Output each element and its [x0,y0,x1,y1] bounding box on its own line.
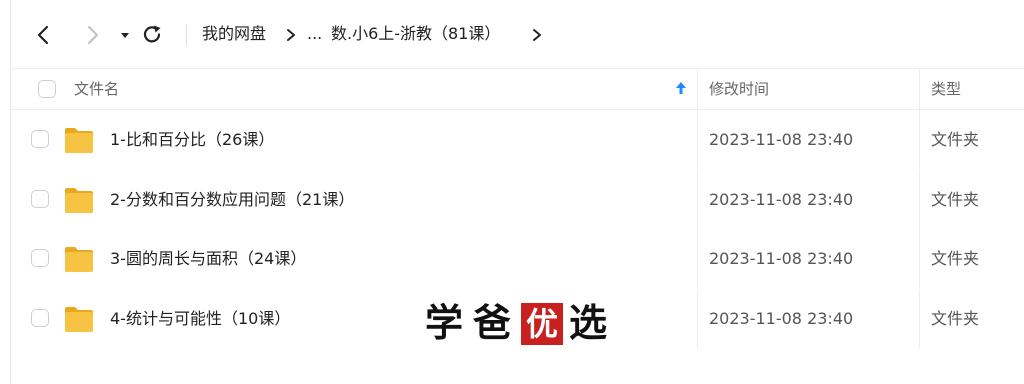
forward-button[interactable] [79,22,105,48]
chevron-left-icon [37,25,49,45]
file-row[interactable]: 4-统计与可能性（10课） 2023-11-08 23:40 文件夹 [11,289,1024,348]
column-divider[interactable] [697,69,698,109]
file-type: 文件夹 [931,130,980,149]
history-dropdown-button[interactable] [114,22,140,48]
file-name[interactable]: 4-统计与可能性（10课） [110,307,290,331]
breadcrumb-expand-icon[interactable] [531,28,543,42]
file-modified-time: 2023-11-08 23:40 [709,190,854,209]
file-type: 文件夹 [931,309,980,328]
chevron-right-icon [87,25,99,45]
column-header: 文件名 修改时间 类型 [11,69,1024,110]
watermark-char: 学 [425,300,464,345]
file-row[interactable]: 3-圆的周长与面积（24课） 2023-11-08 23:40 文件夹 [11,229,1024,288]
column-divider [697,289,698,348]
back-button[interactable] [31,22,57,48]
caret-down-icon [121,33,129,38]
column-type-header[interactable]: 类型 [931,78,961,100]
file-row[interactable]: 1-比和百分比（26课） 2023-11-08 23:40 文件夹 [11,110,1024,169]
column-divider [697,170,698,229]
column-divider [697,110,698,169]
toolbar: 我的网盘 ... 数.小6上-浙教（81课） [11,0,1024,69]
file-browser: 我的网盘 ... 数.小6上-浙教（81课） 文件名 修改时间 类型 1-比和百… [10,0,1024,384]
folder-icon [65,188,93,213]
file-name[interactable]: 2-分数和百分数应用问题（21课） [110,188,354,212]
breadcrumb-ellipsis[interactable]: ... [307,22,322,46]
file-type: 文件夹 [931,249,980,268]
column-divider[interactable] [919,69,920,109]
toolbar-divider [186,24,187,46]
watermark-seal: 优 [521,303,563,345]
column-divider [919,170,920,229]
breadcrumb-root[interactable]: 我的网盘 [202,22,266,46]
column-divider [919,289,920,348]
row-checkbox[interactable] [31,130,49,148]
folder-icon [65,247,93,272]
breadcrumb-current[interactable]: 数.小6上-浙教（81课） [331,22,500,46]
column-modified-header[interactable]: 修改时间 [709,78,769,100]
file-name[interactable]: 1-比和百分比（26课） [110,128,274,152]
watermark-char: 爸 [473,300,512,345]
row-checkbox[interactable] [31,190,49,208]
file-name[interactable]: 3-圆的周长与面积（24课） [110,247,306,271]
folder-icon [65,307,93,332]
file-modified-time: 2023-11-08 23:40 [709,309,854,328]
column-divider [697,229,698,288]
refresh-icon [143,25,161,43]
watermark-char: 选 [569,300,608,345]
file-row[interactable]: 2-分数和百分数应用问题（21课） 2023-11-08 23:40 文件夹 [11,170,1024,229]
refresh-button[interactable] [140,22,166,48]
select-all-checkbox[interactable] [38,80,56,98]
file-type: 文件夹 [931,190,980,209]
file-modified-time: 2023-11-08 23:40 [709,249,854,268]
sort-ascending-icon[interactable] [675,81,687,95]
file-modified-time: 2023-11-08 23:40 [709,130,854,149]
row-checkbox[interactable] [31,309,49,327]
column-name-header[interactable]: 文件名 [74,78,119,100]
row-checkbox[interactable] [31,249,49,267]
folder-icon [65,128,93,153]
breadcrumb-separator-icon [287,29,295,41]
column-divider [919,110,920,169]
column-divider [919,229,920,288]
